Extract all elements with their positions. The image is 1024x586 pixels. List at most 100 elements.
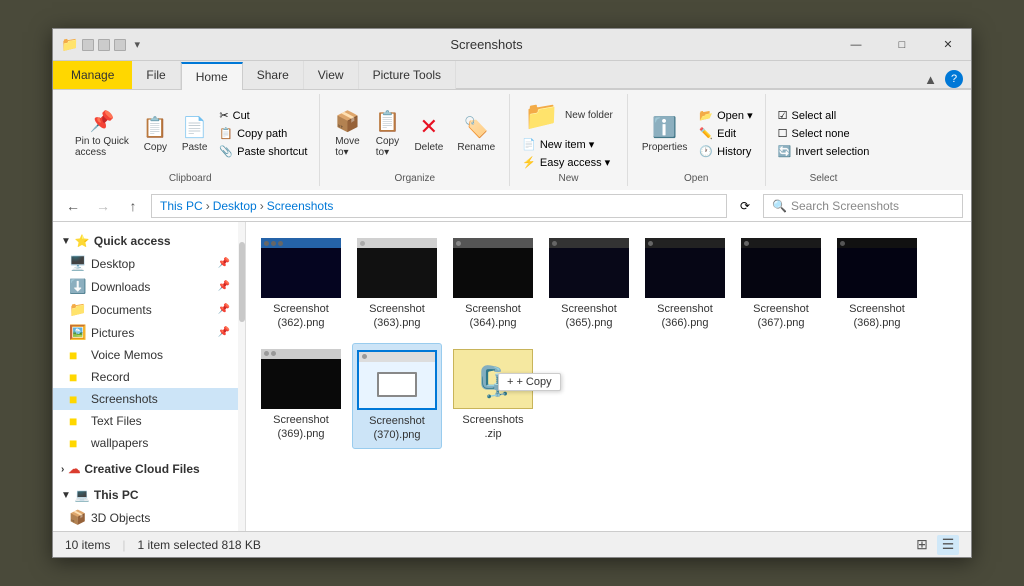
file-item-367[interactable]: Screenshot (367).png bbox=[736, 232, 826, 337]
voice-memos-icon: ■ bbox=[69, 347, 85, 363]
record-icon: ■ bbox=[69, 369, 85, 385]
select-none-button[interactable]: ☐ Select none bbox=[774, 125, 874, 142]
title-btn-2[interactable] bbox=[98, 39, 110, 51]
sidebar-item-desktop[interactable]: 🖥️ Desktop 📌 bbox=[53, 252, 238, 275]
open-label: Open bbox=[636, 173, 757, 184]
sidebar: ▼ ⭐ Quick access 🖥️ Desktop 📌 ⬇️ Downloa… bbox=[53, 222, 238, 531]
file-item-365[interactable]: Screenshot (365).png bbox=[544, 232, 634, 337]
address-path[interactable]: This PC › Desktop › Screenshots bbox=[151, 194, 727, 218]
file-item-364[interactable]: Screenshot (364).png bbox=[448, 232, 538, 337]
sidebar-item-pictures[interactable]: 🖼️ Pictures 📌 bbox=[53, 321, 238, 344]
easy-access-button[interactable]: ⚡ Easy access ▾ bbox=[518, 154, 614, 171]
new-buttons: 📁 New folder 📄 New item ▾ ⚡ Easy access … bbox=[518, 96, 619, 171]
sidebar-item-documents[interactable]: 📁 Documents 📌 bbox=[53, 298, 238, 321]
copy-tooltip: + + Copy bbox=[498, 373, 561, 391]
file-item-zip[interactable]: 🗜️ Screenshots .zip + + Copy bbox=[448, 343, 538, 450]
back-button[interactable]: ← bbox=[61, 194, 85, 218]
file-item-369[interactable]: Screenshot (369).png bbox=[256, 343, 346, 450]
items-count: 10 items bbox=[65, 538, 110, 552]
copy-button[interactable]: 📋 Copy bbox=[137, 112, 174, 156]
close-button[interactable]: ✕ bbox=[925, 29, 971, 61]
sidebar-scrollbar[interactable] bbox=[238, 222, 246, 531]
file-name-369: Screenshot (369).png bbox=[262, 413, 340, 442]
tab-file[interactable]: File bbox=[132, 61, 180, 89]
delete-icon: ✕ bbox=[420, 114, 438, 140]
search-icon: 🔍 bbox=[772, 199, 787, 213]
quick-access-label: Quick access bbox=[94, 234, 171, 248]
copy-to-button[interactable]: 📋 Copyto▾ bbox=[368, 106, 406, 161]
new-folder-button[interactable]: 📁 New folder bbox=[518, 96, 619, 135]
search-bar[interactable]: 🔍 Search Screenshots bbox=[763, 194, 963, 218]
tab-home[interactable]: Home bbox=[181, 62, 243, 90]
properties-button[interactable]: ℹ️ Properties bbox=[636, 112, 694, 156]
invert-selection-button[interactable]: 🔄 Invert selection bbox=[774, 143, 874, 160]
open-button[interactable]: 📂 Open ▾ bbox=[695, 107, 756, 124]
file-item-370[interactable]: Screenshot (370).png bbox=[352, 343, 442, 450]
status-bar: 10 items | 1 item selected 818 KB ⊞ ☰ bbox=[53, 531, 971, 557]
title-bar: 📁 ▾ Screenshots — □ ✕ bbox=[53, 29, 971, 61]
title-btn-3[interactable] bbox=[114, 39, 126, 51]
sidebar-item-record[interactable]: ■ Record bbox=[53, 366, 238, 388]
file-item-366[interactable]: Screenshot (366).png bbox=[640, 232, 730, 337]
plus-icon: + bbox=[507, 376, 513, 388]
pin-to-quick-access-button[interactable]: 📌 Pin to Quickaccess bbox=[69, 106, 135, 161]
sidebar-section-creative-cloud[interactable]: › ☁ Creative Cloud Files bbox=[53, 458, 238, 480]
ribbon-collapse-icon[interactable]: ▲ bbox=[924, 72, 937, 87]
cut-button[interactable]: ✂ Cut bbox=[215, 107, 311, 124]
tab-share[interactable]: Share bbox=[243, 61, 304, 89]
scrollbar-thumb[interactable] bbox=[239, 242, 245, 322]
sidebar-item-text-files[interactable]: ■ Text Files bbox=[53, 410, 238, 432]
maximize-button[interactable]: □ bbox=[879, 29, 925, 61]
tab-view[interactable]: View bbox=[304, 61, 359, 89]
file-item-363[interactable]: Screenshot (363).png bbox=[352, 232, 442, 337]
title-btn-1[interactable] bbox=[82, 39, 94, 51]
path-part-pc[interactable]: This PC bbox=[160, 199, 203, 213]
grid-view-button[interactable]: ⊞ bbox=[911, 535, 933, 555]
title-bar-left: 📁 ▾ bbox=[53, 36, 140, 53]
file-name-365: Screenshot (365).png bbox=[550, 302, 628, 331]
up-button[interactable]: ↑ bbox=[121, 194, 145, 218]
sidebar-item-downloads[interactable]: ⬇️ Downloads 📌 bbox=[53, 275, 238, 298]
edit-icon: ✏️ bbox=[699, 127, 713, 140]
help-icon[interactable]: ? bbox=[945, 70, 963, 88]
delete-button[interactable]: ✕ Delete bbox=[408, 111, 449, 156]
select-all-button[interactable]: ☑ Select all bbox=[774, 107, 874, 124]
file-name-362: Screenshot (362).png bbox=[262, 302, 340, 331]
creative-cloud-icon: ☁ bbox=[68, 462, 80, 476]
3d-objects-icon: 📦 bbox=[69, 509, 85, 526]
ribbon-content: 📌 Pin to Quickaccess 📋 Copy 📄 Paste bbox=[53, 89, 971, 190]
paste-button[interactable]: 📄 Paste bbox=[176, 112, 214, 156]
file-item-368[interactable]: Screenshot (368).png bbox=[832, 232, 922, 337]
sidebar-section-this-pc[interactable]: ▼ 💻 This PC bbox=[53, 484, 238, 506]
new-item-button[interactable]: 📄 New item ▾ bbox=[518, 136, 598, 153]
edit-button[interactable]: ✏️ Edit bbox=[695, 125, 756, 142]
copy-path-button[interactable]: 📋 Copy path bbox=[215, 125, 311, 142]
minimize-button[interactable]: — bbox=[833, 29, 879, 61]
sidebar-item-wallpapers[interactable]: ■ wallpapers bbox=[53, 432, 238, 454]
file-thumbnail-364 bbox=[453, 238, 533, 298]
forward-button[interactable]: → bbox=[91, 194, 115, 218]
move-to-button[interactable]: 📦 Moveto▾ bbox=[328, 106, 366, 161]
history-button[interactable]: 🕐 History bbox=[695, 143, 756, 160]
tab-manage[interactable]: Manage bbox=[53, 61, 132, 89]
this-pc-label: This PC bbox=[94, 488, 139, 502]
ribbon-tabs: Manage File Home Share View Picture Tool… bbox=[53, 61, 971, 89]
file-thumbnail-367 bbox=[741, 238, 821, 298]
refresh-button[interactable]: ⟳ bbox=[733, 194, 757, 218]
path-part-screenshots[interactable]: Screenshots bbox=[267, 199, 334, 213]
path-part-desktop[interactable]: Desktop bbox=[213, 199, 257, 213]
organize-buttons: 📦 Moveto▾ 📋 Copyto▾ ✕ Delete 🏷️ Rename bbox=[328, 96, 501, 171]
copy-to-icon: 📋 bbox=[375, 109, 400, 134]
rename-icon: 🏷️ bbox=[464, 115, 489, 140]
sidebar-item-voice-memos[interactable]: ■ Voice Memos bbox=[53, 344, 238, 366]
paste-shortcut-button[interactable]: 📎 Paste shortcut bbox=[215, 143, 311, 160]
file-thumbnail-369 bbox=[261, 349, 341, 409]
sidebar-item-3d-objects[interactable]: 📦 3D Objects bbox=[53, 506, 238, 529]
sidebar-section-quick-access[interactable]: ▼ ⭐ Quick access bbox=[53, 230, 238, 252]
window-title: Screenshots bbox=[140, 37, 833, 52]
rename-button[interactable]: 🏷️ Rename bbox=[451, 112, 501, 156]
file-item-362[interactable]: Screenshot (362).png bbox=[256, 232, 346, 337]
list-view-button[interactable]: ☰ bbox=[937, 535, 959, 555]
sidebar-item-screenshots[interactable]: ■ Screenshots bbox=[53, 388, 238, 410]
tab-picture-tools[interactable]: Picture Tools bbox=[359, 61, 456, 89]
